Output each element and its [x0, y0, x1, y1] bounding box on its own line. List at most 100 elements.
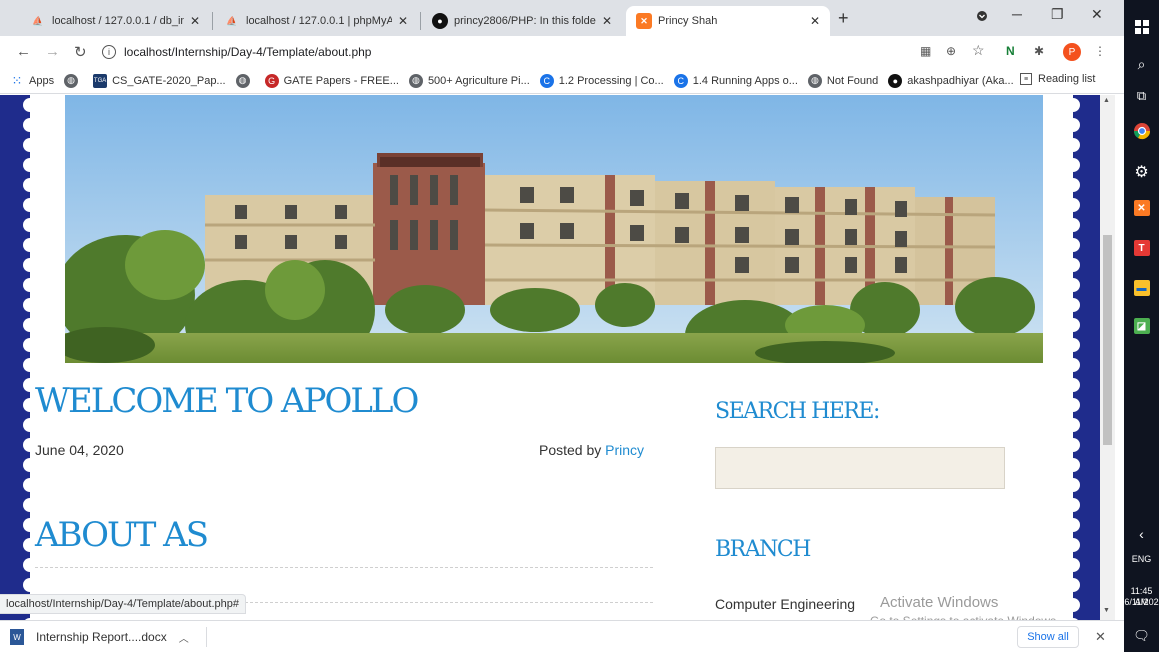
gear-icon[interactable]: ⚙ [1124, 162, 1159, 182]
task-view-icon[interactable]: ⧉ [1124, 88, 1159, 104]
campus-hero-image [65, 95, 1043, 363]
info-icon[interactable]: i [102, 45, 116, 59]
scroll-down-arrow-icon[interactable]: ▼ [1103, 607, 1110, 614]
tab-title: localhost / 127.0.0.1 | phpMyAdm [246, 15, 392, 27]
bookmark-akashpadhiyar[interactable]: ● akashpadhiyar (Aka... [888, 73, 1014, 88]
extension-n-icon[interactable]: N [1006, 44, 1015, 58]
close-icon[interactable]: ✕ [602, 14, 612, 28]
show-all-button[interactable]: Show all [1017, 626, 1079, 648]
apps-grid-icon: ⁙ [11, 72, 23, 88]
gate-icon: G [264, 73, 279, 88]
tab-title: localhost / 127.0.0.1 / db_interns [52, 15, 184, 27]
profile-avatar[interactable]: P [1063, 43, 1081, 61]
close-icon[interactable]: ✕ [398, 14, 408, 28]
branch-item-computer-engineering[interactable]: Computer Engineering [715, 596, 855, 612]
language-indicator[interactable]: ENG [1124, 554, 1159, 565]
scroll-up-arrow-icon[interactable]: ▲ [1103, 97, 1110, 104]
posted-by: Posted by Princy [539, 442, 644, 458]
menu-kebab-icon[interactable]: ⋮ [1094, 44, 1106, 58]
bookmark-globe[interactable]: ◍ [235, 73, 255, 88]
github-icon: ● [432, 13, 448, 29]
url-text: localhost/Internship/Day-4/Template/abou… [124, 45, 372, 59]
bookmark-gate-papers[interactable]: G GATE Papers - FREE... [264, 73, 399, 88]
posted-by-prefix: Posted by [539, 442, 606, 458]
clock-date[interactable]: 6/11/202 [1124, 597, 1159, 608]
search-heading: SEARCH HERE: [715, 399, 880, 424]
tab-db-internship[interactable]: ⛵ localhost / 127.0.0.1 / db_interns ✕ [20, 6, 210, 36]
back-button[interactable]: ← [16, 43, 31, 60]
tga-icon: TGA [93, 73, 108, 88]
extensions-puzzle-icon[interactable]: ✱ [1034, 44, 1044, 58]
close-icon[interactable]: ✕ [810, 14, 820, 28]
bookmark-processing[interactable]: C 1.2 Processing | Co... [539, 73, 664, 88]
xampp-taskbar-icon[interactable]: ✕ [1124, 200, 1159, 216]
bookmark-label: akashpadhiyar (Aka... [907, 74, 1014, 87]
bookmark-label: 1.4 Running Apps o... [692, 74, 798, 87]
bookmark-apps[interactable]: ⁙ Apps [10, 72, 55, 88]
phpmyadmin-icon: ⛵ [32, 15, 44, 26]
chevron-left-icon[interactable]: ‹ [1124, 526, 1159, 542]
bookmark-not-found[interactable]: ◍ Not Found [807, 73, 879, 88]
start-button[interactable] [1124, 20, 1159, 34]
bookmark-label: 1.2 Processing | Co... [558, 74, 664, 87]
forward-button[interactable]: → [45, 43, 60, 60]
welcome-heading: WELCOME TO APOLLO [35, 381, 419, 421]
post-date: June 04, 2020 [35, 442, 124, 458]
tab-princy-shah[interactable]: ✕ Princy Shah ✕ [626, 6, 830, 36]
author-link[interactable]: Princy [605, 442, 644, 458]
windows-logo-icon [1134, 20, 1149, 34]
translate-icon[interactable]: ▦ [920, 44, 931, 58]
bookmark-label: Not Found [826, 74, 879, 87]
bookmark-cs-gate[interactable]: TGA CS_GATE-2020_Pap... [93, 73, 226, 88]
search-input[interactable] [715, 447, 1005, 489]
red-t-app-icon[interactable]: T [1124, 240, 1159, 256]
scalloped-border-right [1073, 95, 1095, 620]
about-heading: ABOUT AS [35, 515, 209, 555]
scroll-thumb[interactable] [1103, 235, 1112, 445]
github-icon: ● [888, 73, 903, 88]
close-icon[interactable]: ✕ [190, 14, 200, 28]
minimize-button[interactable]: ─ [1012, 6, 1022, 22]
reading-list-icon: ≡ [1020, 73, 1032, 85]
new-tab-button[interactable]: + [838, 8, 849, 29]
tab-phpmyadmin[interactable]: ⛵ localhost / 127.0.0.1 | phpMyAdm ✕ [214, 6, 418, 36]
bookmark-label: Apps [29, 74, 55, 87]
phpmyadmin-icon: ⛵ [226, 15, 238, 26]
page-viewport: WELCOME TO APOLLO June 04, 2020 Posted b… [0, 95, 1100, 620]
chevron-up-icon[interactable]: ︿ [179, 630, 189, 645]
window-close-button[interactable]: ✕ [1091, 6, 1103, 23]
chrome-c-icon: C [673, 73, 688, 88]
bookmark-star-icon[interactable]: ☆ [972, 42, 985, 59]
image-app-icon[interactable]: ◪ [1124, 318, 1159, 334]
close-shelf-icon[interactable]: ✕ [1095, 629, 1106, 645]
reload-button[interactable]: ↻ [74, 43, 87, 61]
dashed-divider [35, 567, 653, 568]
address-bar[interactable]: i localhost/Internship/Day-4/Template/ab… [102, 40, 942, 64]
tab-divider [212, 12, 213, 30]
branch-heading: BRANCH [715, 537, 811, 562]
tab-github[interactable]: ● princy2806/PHP: In this folder ... ✕ [422, 6, 622, 36]
restore-button[interactable]: ❐ [1051, 6, 1064, 23]
chrome-c-icon: C [539, 73, 554, 88]
globe-icon: ◍ [235, 73, 250, 88]
file-explorer-icon[interactable]: ▬ [1124, 280, 1159, 296]
tab-title: Princy Shah [658, 15, 718, 27]
download-item[interactable]: W Internship Report....docx ︿ [10, 629, 189, 645]
search-icon[interactable]: ⌕ [1124, 56, 1159, 73]
page-scrollbar[interactable]: ▲ ▼ [1100, 95, 1115, 620]
bookmark-globe[interactable]: ◍ [64, 73, 83, 88]
notification-icon[interactable]: 🗨 [1124, 628, 1159, 644]
bookmark-running-apps[interactable]: C 1.4 Running Apps o... [673, 73, 798, 88]
bookmarks-bar: ⁙ Apps ◍ TGA CS_GATE-2020_Pap... ◍ G GAT… [0, 68, 1124, 94]
xampp-icon: ✕ [636, 13, 652, 29]
reading-list-button[interactable]: ≡ Reading list [1020, 73, 1095, 85]
tab-title: princy2806/PHP: In this folder ... [454, 15, 596, 27]
word-document-icon: W [10, 629, 24, 645]
status-url: localhost/Internship/Day-4/Template/abou… [0, 594, 246, 614]
tab-search-icon[interactable] [976, 9, 988, 25]
bookmark-agriculture[interactable]: ◍ 500+ Agriculture Pi... [408, 73, 530, 88]
chrome-taskbar-icon[interactable] [1124, 122, 1159, 140]
bookmark-label: 500+ Agriculture Pi... [427, 74, 530, 87]
building-sign [380, 157, 480, 167]
zoom-icon[interactable]: ⊕ [946, 44, 956, 58]
